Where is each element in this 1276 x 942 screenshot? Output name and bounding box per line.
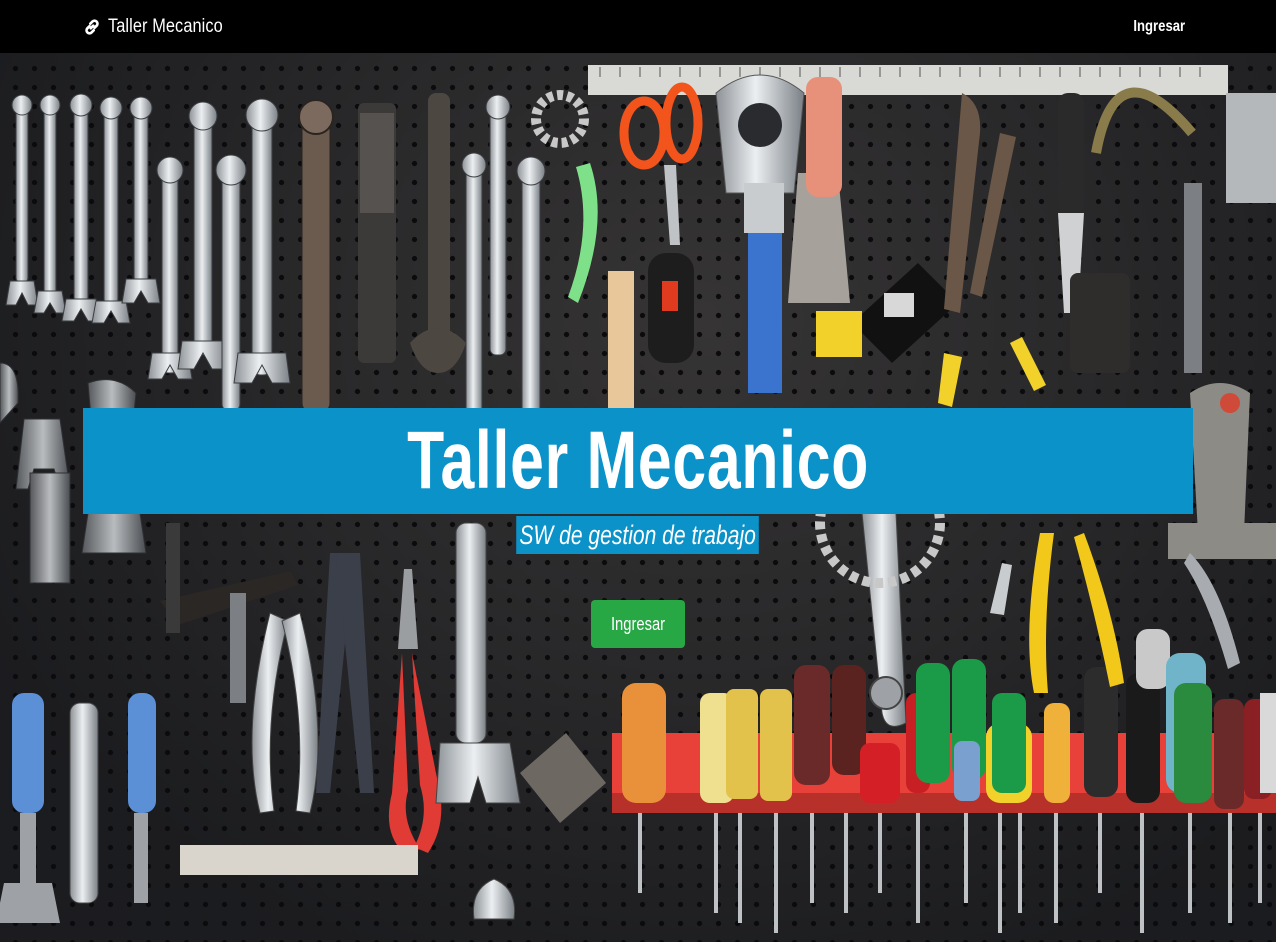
brand-link[interactable]: Taller Mecanico	[82, 0, 242, 53]
brand-label: Taller Mecanico	[108, 15, 223, 37]
login-button-label: Ingresar	[610, 613, 666, 634]
nav-login-link[interactable]: Ingresar	[1133, 0, 1185, 53]
headline-banner: Taller Mecanico	[83, 408, 1193, 514]
navbar: Taller Mecanico Ingresar	[0, 0, 1276, 53]
page-title: Taller Mecanico	[407, 415, 869, 506]
subtitle-wrap: SW de gestion de trabajo	[0, 516, 1276, 554]
link-icon	[85, 18, 99, 35]
page-subtitle: SW de gestion de trabajo	[516, 516, 760, 554]
cta-wrap: Ingresar	[0, 600, 1276, 648]
login-button[interactable]: Ingresar	[591, 600, 685, 648]
